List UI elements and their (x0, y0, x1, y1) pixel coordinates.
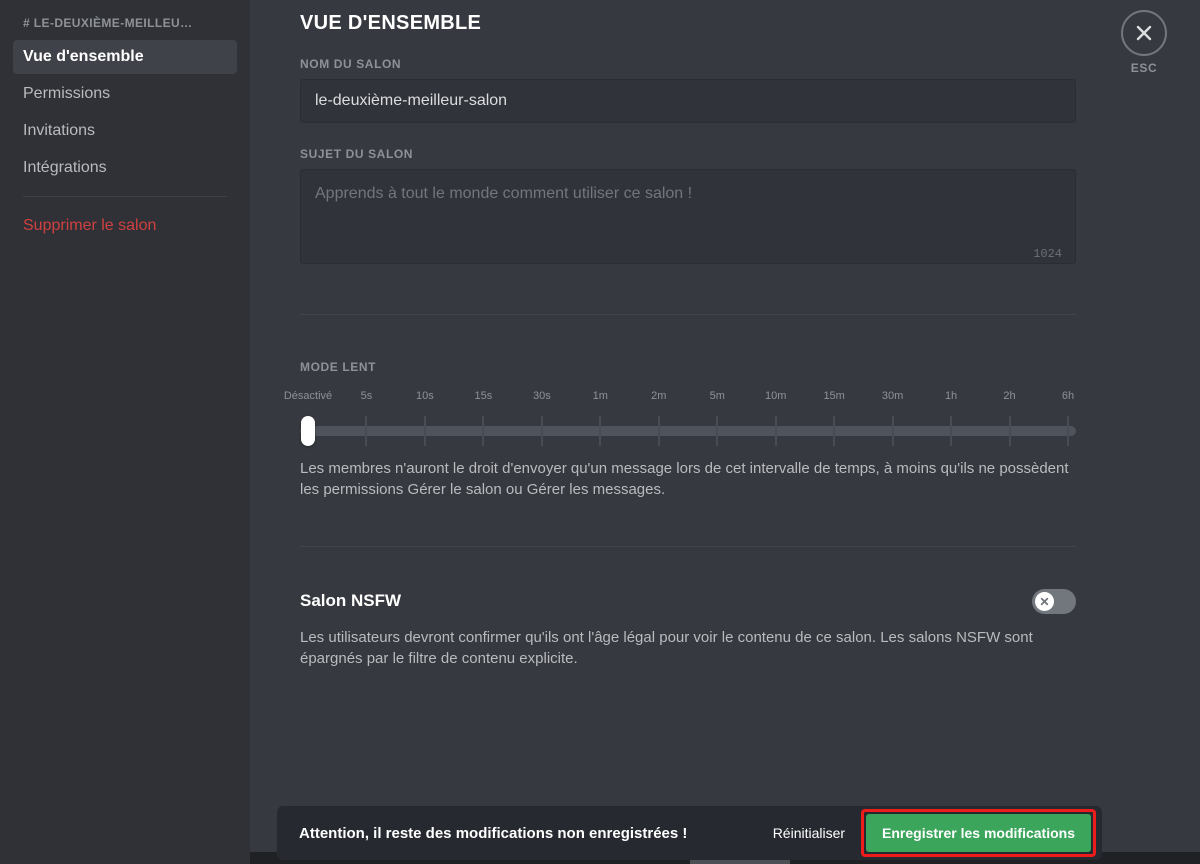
slowmode-tick-mark (540, 416, 543, 446)
sidebar-item-integrations[interactable]: Intégrations (13, 151, 237, 185)
sidebar-item-label: Invitations (23, 122, 96, 139)
settings-main: VUE D'ENSEMBLE NOM DU SALON SUJET DU SAL… (250, 0, 1200, 864)
slowmode-tick-mark (599, 416, 602, 446)
channel-name-input[interactable] (300, 79, 1076, 123)
nsfw-description: Les utilisateurs devront confirmer qu'il… (300, 628, 1033, 667)
unsaved-changes-message: Attention, il reste des modifications no… (299, 824, 688, 842)
slowmode-tick-labels: Désactivé 5s 10s 15s 30s 1m 2m 5m 10m 15m 30m 1h 2h 6… (284, 390, 1076, 406)
nsfw-toggle[interactable] (1032, 588, 1076, 614)
sidebar-item-delete-channel[interactable]: Supprimer le salon (13, 209, 237, 243)
nsfw-section-header: Salon NSFW (300, 588, 1076, 614)
slowmode-section: MODE LENT Désactivé 5s 10s 15s 30s 1m 2m 5m 10m 1… (284, 360, 1076, 501)
save-button-highlight: Enregistrer les modifications (861, 809, 1096, 857)
slowmode-tick-mark (774, 416, 777, 446)
slowmode-tick-label: 5s (360, 390, 373, 402)
slowmode-tick-mark (1008, 416, 1011, 446)
settings-sidebar: # LE-DEUXIÈME-MEILLEU… Vue d'ensemble Pe… (0, 0, 250, 864)
sidebar-item-label: Supprimer le salon (23, 217, 157, 234)
sidebar-item-label: Permissions (23, 85, 111, 102)
sidebar-channel-header: # LE-DEUXIÈME-MEILLEU… (23, 16, 193, 30)
slowmode-tick-mark (482, 416, 485, 446)
slowmode-tick-label: 2h (1003, 390, 1016, 402)
sidebar-item-vue-densemble[interactable]: Vue d'ensemble (13, 40, 237, 74)
sidebar-item-invitations[interactable]: Invitations (13, 114, 237, 148)
slowmode-tick-mark (950, 416, 953, 446)
slowmode-tick-label: 10m (764, 390, 787, 402)
slowmode-tick-mark (1067, 416, 1069, 446)
slowmode-tick-mark (716, 416, 719, 446)
unsaved-changes-bar: Attention, il reste des modifications no… (277, 806, 1102, 860)
channel-topic-textarea[interactable] (300, 169, 1076, 264)
slowmode-tick-label: 10s (416, 390, 434, 402)
slowmode-tick-label: 6h (1061, 390, 1075, 402)
slowmode-tick-label: 30s (532, 390, 551, 402)
slowmode-tick-label: 1m (592, 390, 608, 402)
channel-topic-label: SUJET DU SALON (300, 147, 414, 161)
slowmode-tick-label: 15s (474, 390, 493, 402)
slowmode-slider-thumb[interactable] (301, 416, 315, 446)
slowmode-tick-label: 30m (881, 390, 904, 402)
reset-button[interactable]: Réinitialiser (763, 817, 855, 849)
slowmode-tick-mark (891, 416, 894, 446)
channel-name-label: NOM DU SALON (300, 57, 402, 71)
slowmode-track[interactable] (300, 416, 1076, 446)
slowmode-tick-label: 2m (651, 390, 667, 402)
slowmode-label: MODE LENT (300, 360, 377, 374)
sidebar-item-label: Vue d'ensemble (23, 48, 144, 65)
save-button[interactable]: Enregistrer les modifications (866, 814, 1091, 852)
slowmode-tick-mark (833, 416, 836, 446)
slowmode-slider[interactable]: Désactivé 5s 10s 15s 30s 1m 2m 5m 10m 15m 30m 1h 2h 6… (284, 390, 1076, 446)
nsfw-title: Salon NSFW (300, 591, 402, 611)
channel-topic-field: 1024 (300, 169, 1076, 269)
toggle-off-icon (1035, 591, 1054, 611)
slowmode-tick-label: Désactivé (283, 390, 333, 402)
slowmode-tick-mark (423, 416, 426, 446)
char-count: 1024 (1033, 247, 1062, 261)
slowmode-tick-label: 1h (944, 390, 958, 402)
sidebar-item-permissions[interactable]: Permissions (13, 77, 237, 111)
sidebar-item-label: Intégrations (23, 159, 107, 176)
slowmode-tick-mark (657, 416, 660, 446)
slowmode-description: Les membres n'auront le droit d'envoyer … (300, 460, 1069, 499)
page-title: VUE D'ENSEMBLE (300, 12, 482, 34)
slowmode-tick-label: 5m (709, 390, 725, 402)
slowmode-tick-mark (365, 416, 368, 446)
slowmode-rail[interactable] (300, 426, 1076, 436)
slowmode-tick-label: 15m (823, 390, 845, 402)
sidebar-divider (23, 196, 227, 197)
channel-settings-modal: # LE-DEUXIÈME-MEILLEU… Vue d'ensemble Pe… (0, 0, 1200, 864)
